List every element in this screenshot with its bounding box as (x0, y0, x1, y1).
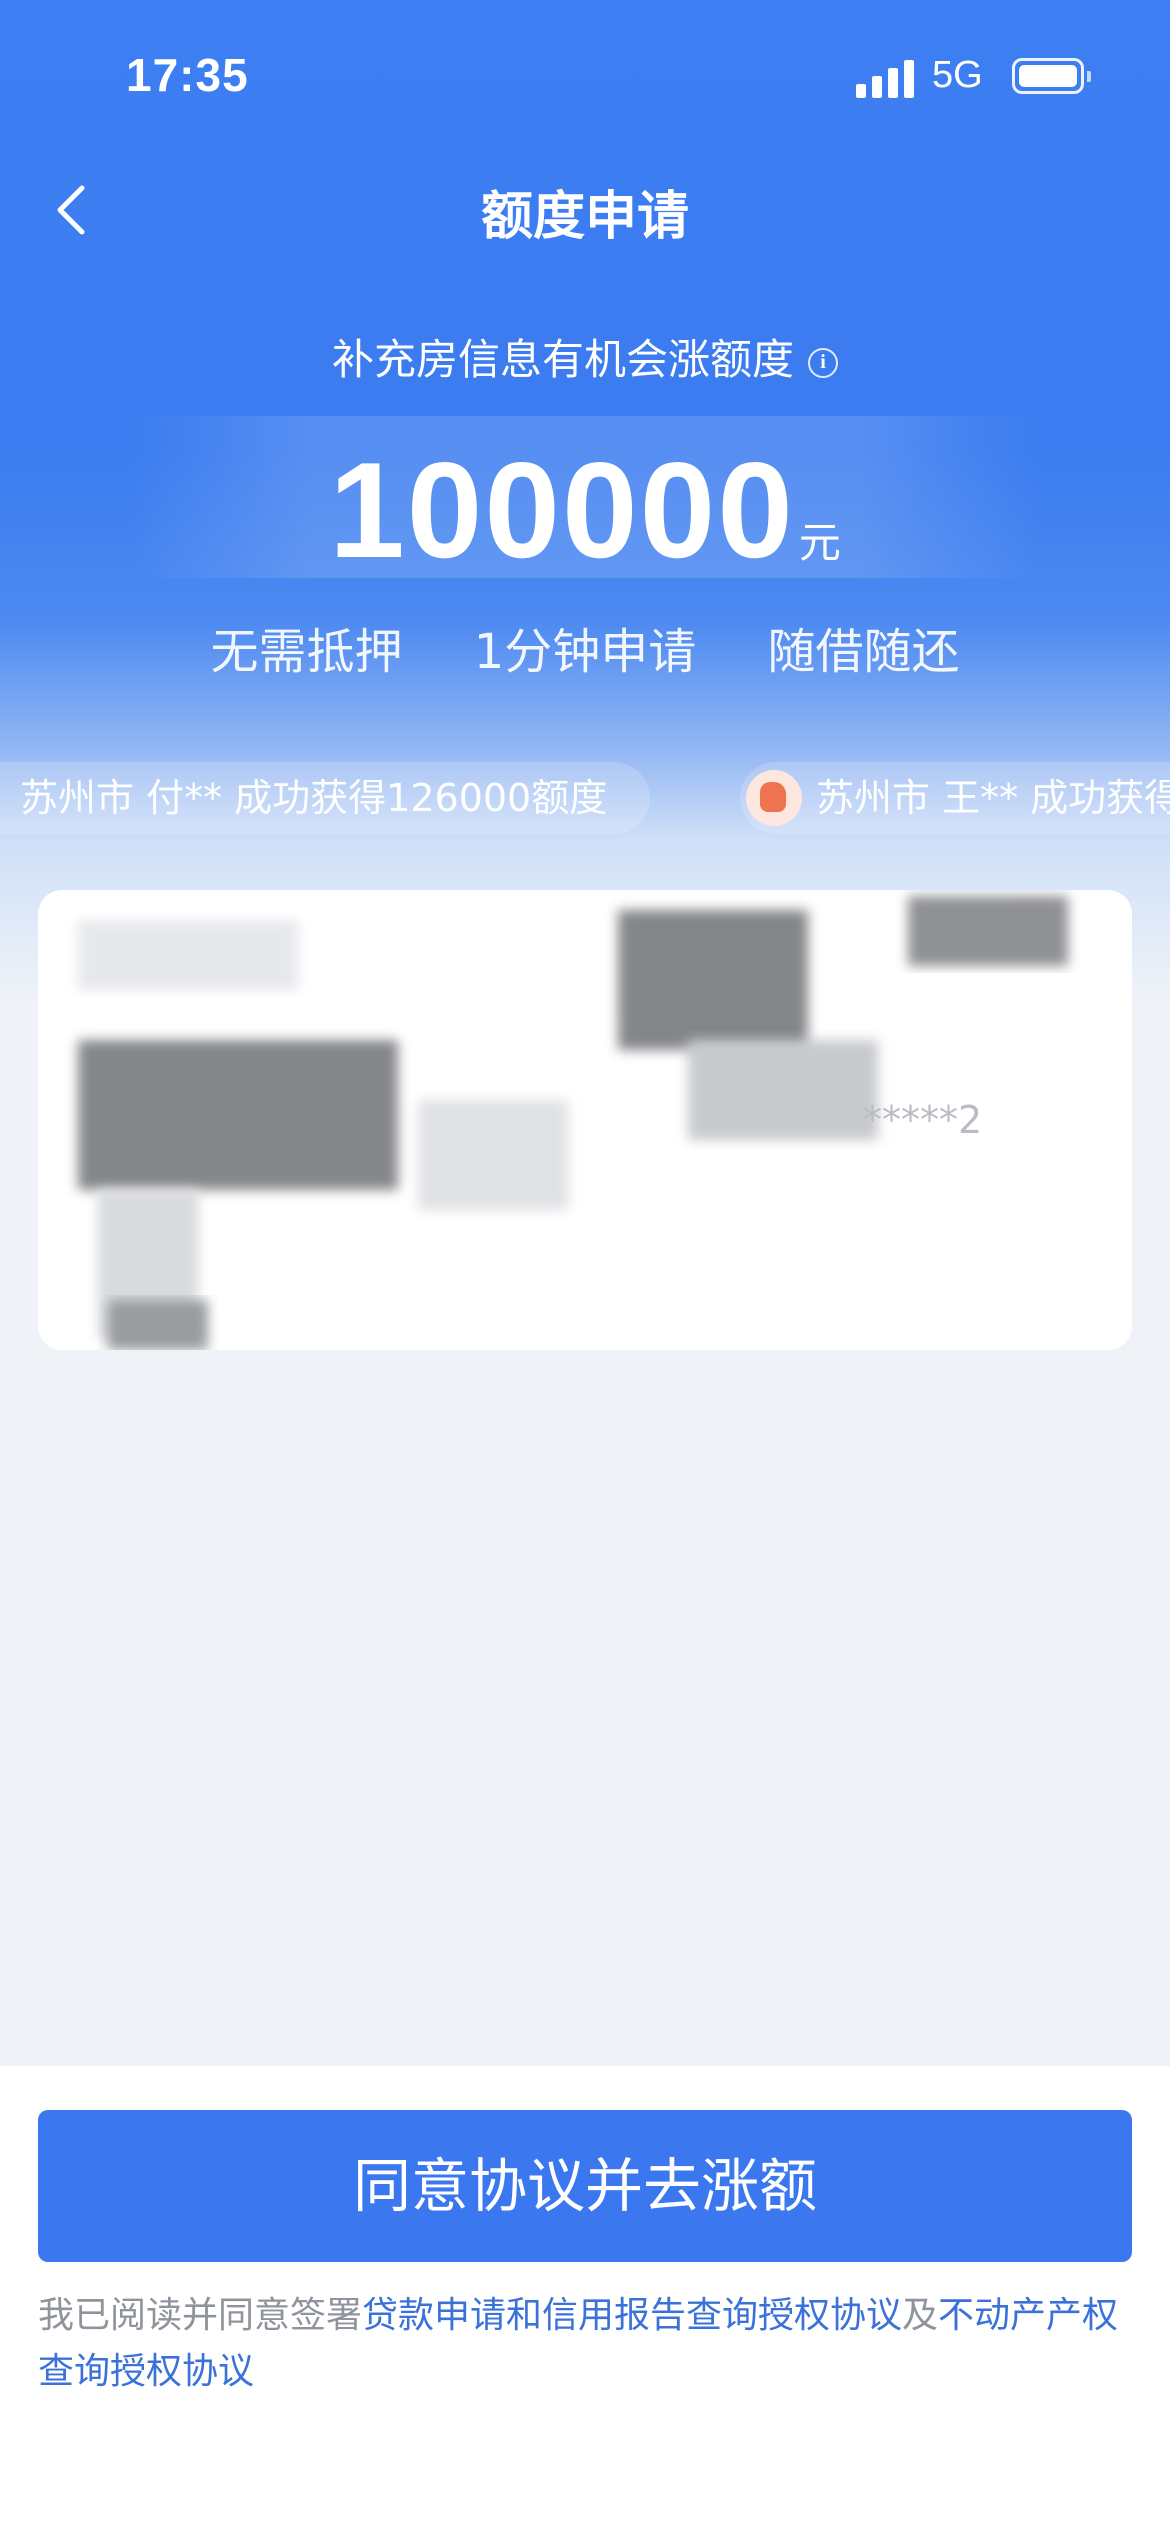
status-bar: 17:35 5G (0, 0, 1170, 150)
page-title: 额度申请 (480, 187, 689, 247)
battery-icon (1012, 58, 1091, 94)
credit-amount: 100000元 (0, 432, 1170, 588)
credit-subtitle: 补充房信息有机会涨额度 i (0, 326, 1170, 387)
feature-no-collateral: 无需抵押 (210, 624, 403, 680)
masked-field-value: *****2 (863, 1098, 983, 1142)
ticker-item: 苏州市 付** 成功获得126000额度 (0, 762, 650, 834)
feature-list: 无需抵押 1分钟申请 随借随还 (0, 612, 1170, 682)
thumbs-up-icon (746, 770, 802, 826)
amount-unit: 元 (798, 518, 841, 567)
agree-and-increase-button[interactable]: 同意协议并去涨额 (38, 2110, 1132, 2262)
agreement-prefix: 我已阅读并同意签署 (38, 2295, 363, 2336)
navigation-bar: 额度申请 (0, 150, 1170, 270)
subtitle-text: 补充房信息有机会涨额度 (331, 335, 794, 384)
signal-icon (856, 58, 916, 98)
info-icon[interactable]: i (808, 347, 838, 378)
ticker-text: 苏州市 付** 成功获得126000额度 (20, 776, 608, 820)
ticker-text: 苏州市 王** 成功获得 (816, 776, 1170, 820)
agreement-connector: 及 (902, 2295, 939, 2336)
loan-credit-agreement-link[interactable]: 贷款申请和信用报告查询授权协议 (362, 2295, 902, 2336)
ticker-item: 苏州市 王** 成功获得 (740, 762, 1170, 834)
agreement-text: 我已阅读并同意签署贷款申请和信用报告查询授权协议及不动产产权查询授权协议 (38, 2288, 1132, 2400)
network-label: 5G (932, 54, 983, 96)
status-time: 17:35 (126, 49, 249, 101)
success-ticker: 苏州市 付** 成功获得126000额度 苏州市 王** 成功获得 (0, 762, 1170, 836)
feature-quick-apply: 1分钟申请 (473, 624, 697, 680)
amount-value: 100000 (329, 434, 795, 586)
property-info-card: *****2 (38, 890, 1132, 1350)
feature-flexible-repay: 随借随还 (767, 624, 960, 680)
bottom-action-panel: 同意协议并去涨额 我已阅读并同意签署贷款申请和信用报告查询授权协议及不动产产权查… (0, 2066, 1170, 2532)
